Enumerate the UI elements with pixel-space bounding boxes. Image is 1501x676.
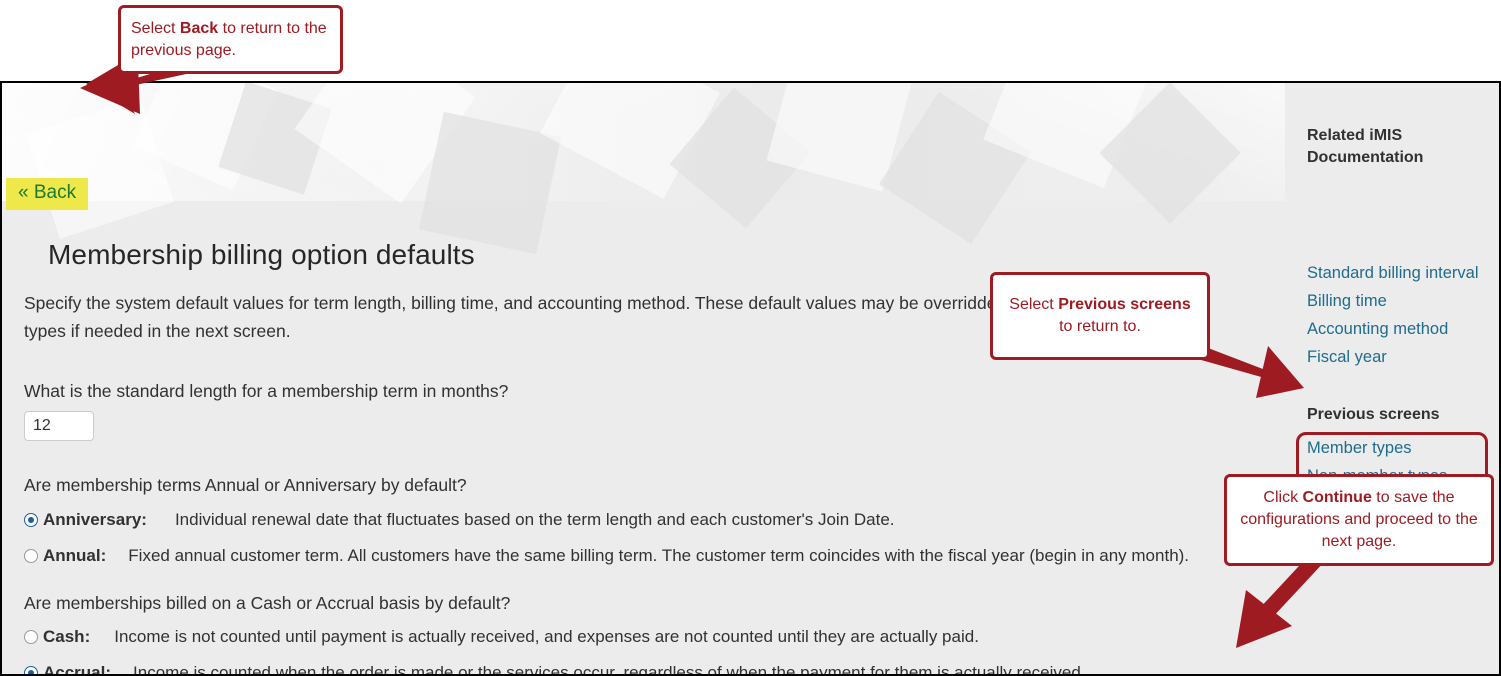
annotation-back-bold: Back (179, 19, 219, 37)
radio-cash[interactable] (24, 630, 38, 644)
radio-row-cash[interactable]: Cash: Income is not counted until paymen… (24, 627, 979, 647)
radio-row-annual[interactable]: Annual: Fixed annual customer term. All … (24, 546, 1189, 566)
radio-description-anniversary: Individual renewal date that fluctuates … (174, 510, 895, 529)
radio-label-anniversary: Anniversary: (43, 510, 147, 529)
annotation-back-prefix: Select (131, 19, 180, 37)
term-length-input[interactable] (24, 411, 94, 441)
back-link[interactable]: « Back (6, 178, 89, 210)
annotation-prev-bold: Previous screens (1058, 296, 1191, 313)
page-title: Membership billing option defaults (48, 238, 475, 270)
annotation-callout-back: Select Back to return to the previous pa… (118, 5, 343, 74)
annotation-prev-suffix: to return to. (1059, 318, 1141, 335)
main-content: « Back Membership billing option default… (0, 83, 1285, 676)
radio-row-anniversary[interactable]: Anniversary: Individual renewal date tha… (24, 510, 895, 530)
radio-row-accrual[interactable]: Accrual: Income is counted when the orde… (24, 663, 1086, 676)
sidebar-link-standard-billing-interval[interactable]: Standard billing interval (1307, 264, 1479, 283)
related-documentation-sidebar: Related iMIS Documentation Standard bill… (1285, 83, 1499, 674)
sidebar-link-accounting-method[interactable]: Accounting method (1307, 320, 1448, 339)
radio-label-cash: Cash: (43, 627, 91, 646)
radio-description-annual: Fixed annual customer term. All customer… (128, 546, 1190, 565)
radio-description-accrual: Income is counted when the order is made… (133, 663, 1086, 676)
annotation-continue-bold: Continue (1302, 489, 1372, 506)
sidebar-link-fiscal-year[interactable]: Fiscal year (1307, 348, 1387, 367)
term-length-question: What is the standard length for a member… (24, 381, 509, 401)
annotation-continue-prefix: Click (1263, 489, 1303, 506)
radio-anniversary[interactable] (24, 513, 38, 527)
radio-label-accrual: Accrual: (43, 663, 112, 676)
application-window: « Back Membership billing option default… (0, 81, 1501, 676)
radio-accrual[interactable] (24, 666, 38, 674)
sidebar-link-billing-time[interactable]: Billing time (1307, 292, 1387, 311)
annotation-callout-previous-screens: Select Previous screens to return to. (990, 272, 1210, 360)
previous-screens-heading: Previous screens (1307, 406, 1440, 423)
radio-description-cash: Income is not counted until payment is a… (114, 627, 979, 646)
term-type-question: Are membership terms Annual or Anniversa… (24, 475, 467, 495)
previous-screen-link-member-types[interactable]: Member types (1307, 439, 1412, 458)
annotation-prev-prefix: Select (1009, 296, 1059, 313)
sidebar-heading: Related iMIS Documentation (1307, 127, 1424, 166)
radio-label-annual: Annual: (43, 546, 107, 565)
accounting-method-question: Are memberships billed on a Cash or Accr… (24, 593, 511, 613)
radio-annual[interactable] (24, 549, 38, 563)
annotation-callout-continue: Click Continue to save the configuration… (1224, 474, 1494, 566)
